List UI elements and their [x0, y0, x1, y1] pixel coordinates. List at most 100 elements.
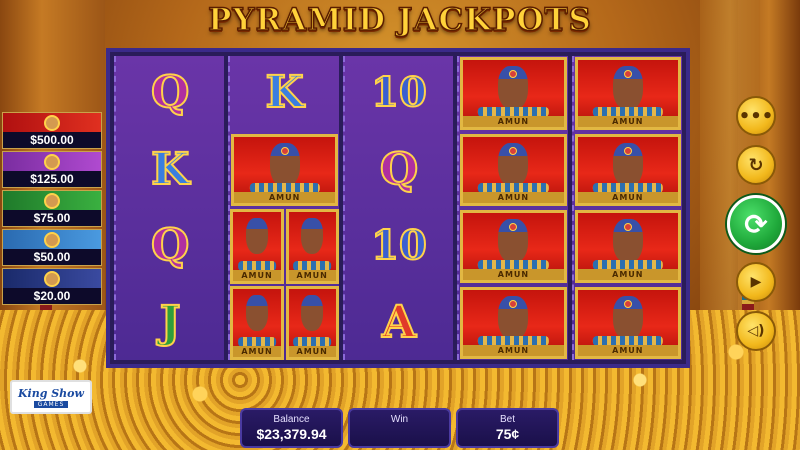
symbol-label: AMUN [288, 269, 336, 281]
amun-symbol: AMUN [574, 57, 682, 130]
symbol-label: AMUN [233, 269, 281, 281]
reel-symbol: 10 [345, 209, 453, 284]
symbol-label: AMUN [577, 192, 679, 203]
symbol-label: AMUN [463, 268, 564, 280]
symbol-label: AMUN [288, 346, 336, 357]
bet-label: Bet [499, 414, 515, 425]
reel-3: 10 Q 10 A [342, 56, 454, 361]
reel-symbol: AMUN [230, 133, 338, 208]
amun-symbol: AMUN [574, 286, 682, 359]
pharaoh-icon [44, 114, 60, 131]
reel-symbol: Q [116, 56, 224, 131]
jackpot-amount: $500.00 [3, 132, 101, 148]
sphinx-mask-icon [44, 192, 60, 209]
reel-symbol: K [116, 133, 224, 208]
amun-symbol: AMUN [285, 209, 339, 284]
win-panel: Win [348, 408, 451, 448]
game-title: PYRAMID JACKPOTS [207, 1, 592, 39]
reel-4: AMUN AMUN AMUN AMUN [457, 56, 568, 361]
king-show-logo: King Show GAMES [10, 380, 92, 414]
reel-symbol: AMUN AMUN [230, 285, 339, 360]
symbol-10: 10 [370, 69, 428, 117]
symbol-label: AMUN [233, 346, 281, 357]
reel-1: Q K Q J [114, 56, 225, 361]
jackpot-tier-5: $20.00 [2, 268, 102, 305]
bet-panel[interactable]: Bet 75¢ [456, 408, 559, 448]
balance-value: $23,379.94 [256, 426, 327, 442]
reel-symbol: AMUN [574, 56, 682, 131]
sound-button[interactable]: ◁) [736, 311, 776, 351]
spin-button[interactable]: ⟳ [727, 195, 785, 253]
anubis-icon [44, 270, 60, 287]
reel-symbol: Q [345, 133, 453, 208]
symbol-j: J [159, 296, 182, 348]
symbol-k: K [150, 143, 190, 195]
jackpot-amount: $75.00 [3, 210, 101, 226]
jackpot-ladder: $500.00 $125.00 $75.00 $50.00 $20.00 [2, 112, 102, 305]
logo-name: King Show [17, 386, 84, 400]
symbol-q: Q [150, 67, 190, 119]
reel-5: AMUN AMUN AMUN AMUN [571, 56, 683, 361]
symbol-k: K [264, 67, 304, 119]
symbol-a: A [381, 296, 417, 348]
play-info-button[interactable]: ▶ [736, 262, 776, 302]
symbol-q: Q [150, 220, 190, 272]
jackpot-amount: $125.00 [3, 171, 101, 187]
symbol-label: AMUN [577, 268, 679, 280]
amun-symbol: AMUN [460, 210, 567, 283]
spin-icon: ⟳ [744, 207, 768, 241]
win-label: Win [390, 414, 409, 425]
symbol-label: AMUN [463, 192, 564, 203]
symbol-label: AMUN [463, 345, 564, 356]
jackpot-tier-2: $125.00 [2, 151, 102, 188]
reel-symbol: AMUN [459, 286, 567, 361]
amun-symbol: AMUN [460, 286, 567, 359]
ellipsis-icon: ••• [738, 105, 774, 127]
reel-symbol: AMUN [459, 133, 567, 208]
symbol-10: 10 [370, 222, 428, 270]
jackpot-tier-1: $500.00 [2, 112, 102, 149]
reel-2: K AMUN AMUN AMUN AMUN AMUN [228, 56, 339, 360]
amun-symbol: AMUN [460, 133, 567, 206]
symbol-label: AMUN [234, 192, 335, 203]
reel-symbol: K [230, 56, 338, 131]
autoplay-button[interactable]: ↻ [736, 145, 776, 185]
symbol-label: AMUN [577, 345, 679, 356]
pharaoh-face-icon [301, 294, 324, 331]
play-circle-icon: ▶ [750, 274, 762, 290]
amun-symbol: AMUN [574, 133, 682, 206]
symbol-label: AMUN [577, 115, 679, 127]
pharaoh-face-icon [246, 218, 268, 254]
reel-symbol: AMUN [574, 209, 682, 284]
amun-symbol: AMUN [460, 57, 567, 130]
symbol-q: Q [379, 143, 419, 195]
jackpot-tier-3: $75.00 [2, 190, 102, 227]
reel-symbol: J [116, 286, 224, 361]
menu-button[interactable]: ••• [736, 96, 776, 136]
reel-symbol: AMUN [574, 133, 682, 208]
pharaoh-face-icon [301, 218, 324, 254]
autoplay-icon: ↻ [748, 154, 764, 176]
jackpot-amount: $20.00 [3, 288, 101, 304]
jackpot-tier-4: $50.00 [2, 229, 102, 266]
queen-icon [44, 153, 60, 170]
reel-symbol: AMUN [574, 286, 682, 361]
reel-symbol: AMUN [459, 56, 567, 131]
balance-panel: Balance $23,379.94 [240, 408, 343, 448]
amun-symbol: AMUN [285, 285, 339, 360]
amun-symbol: AMUN [574, 210, 682, 283]
jackpot-amount: $50.00 [3, 249, 101, 265]
amun-symbol: AMUN [231, 133, 338, 206]
pharaoh-face-icon [246, 294, 268, 331]
reel-symbol: Q [116, 209, 224, 284]
speaker-icon: ◁) [747, 323, 765, 339]
symbol-label: AMUN [463, 115, 564, 127]
logo-sub: GAMES [33, 400, 69, 408]
reel-symbol: 10 [345, 56, 453, 131]
reel-symbol: A [345, 286, 453, 361]
bet-value: 75¢ [495, 426, 520, 442]
amun-symbol: AMUN [230, 209, 284, 284]
balance-label: Balance [273, 414, 310, 425]
amun-symbol: AMUN [230, 285, 284, 360]
reel-symbol: AMUN [459, 209, 567, 284]
